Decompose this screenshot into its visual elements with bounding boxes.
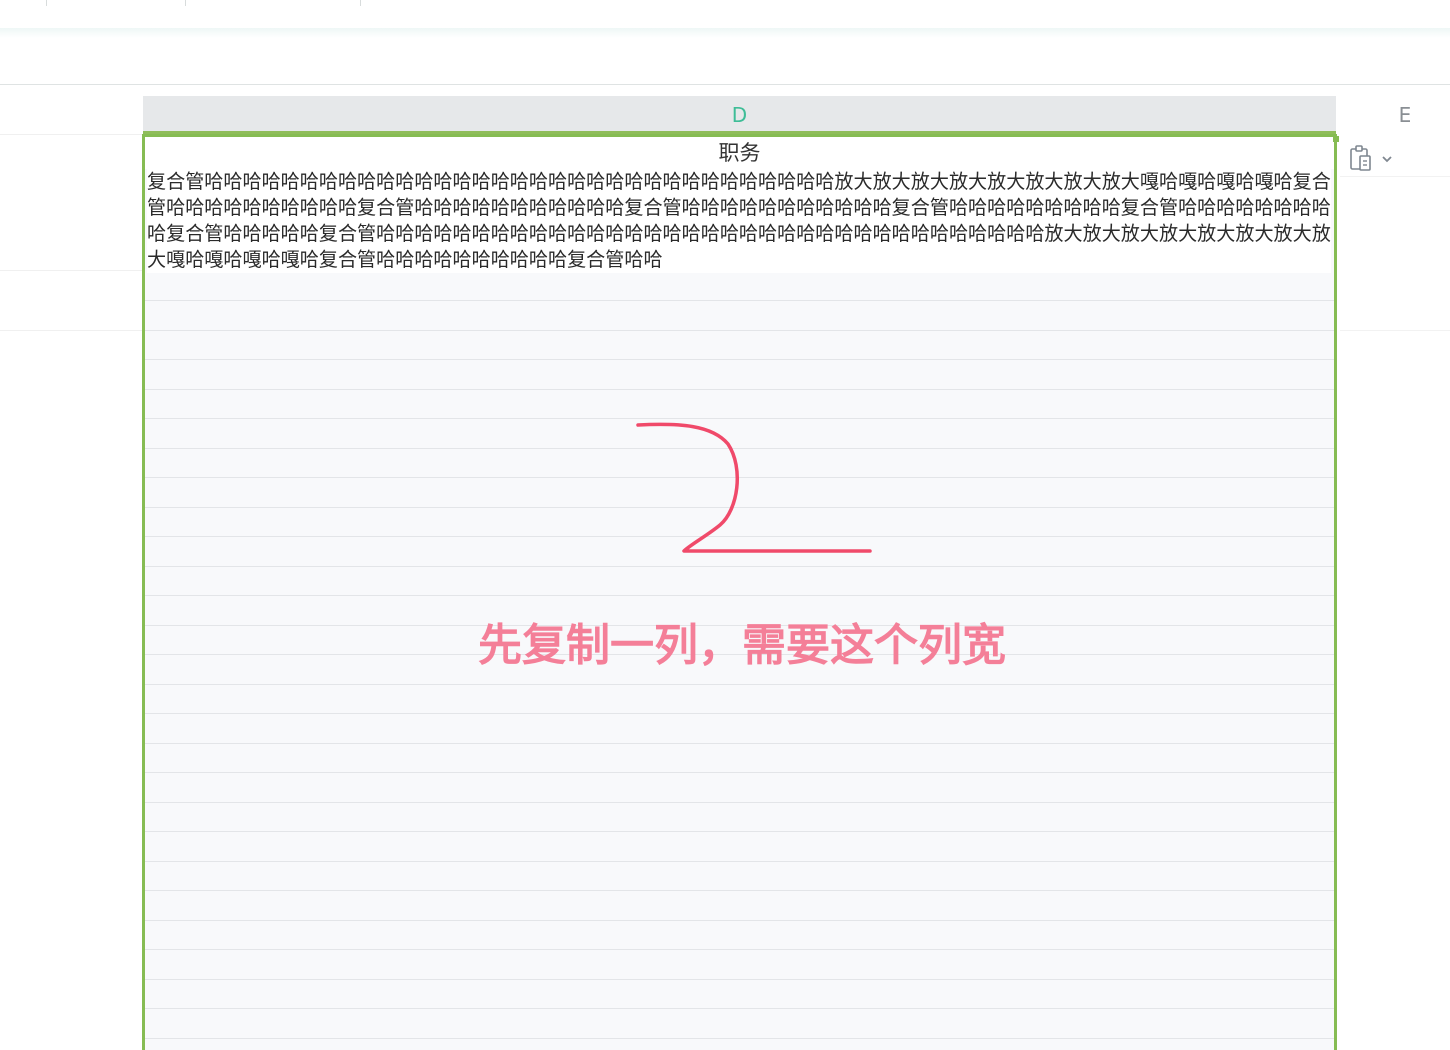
gridline	[145, 743, 1334, 744]
gridline	[0, 134, 142, 135]
gridline	[145, 300, 1334, 301]
column-header-row: C D E	[0, 96, 1450, 134]
gridline	[145, 1008, 1334, 1009]
column-header-d[interactable]: D	[143, 96, 1336, 134]
gridline	[145, 566, 1334, 567]
column-header-c[interactable]: C	[0, 96, 20, 134]
toolbar-separator	[185, 0, 186, 6]
gridline	[145, 330, 1334, 331]
gridline	[145, 477, 1334, 478]
paste-options-icon	[1348, 144, 1376, 174]
selected-column-d[interactable]: 职务 复合管哈哈哈哈哈哈哈哈哈哈哈哈哈哈哈哈哈哈哈哈哈哈哈哈哈哈哈哈哈哈哈哈哈放…	[142, 134, 1337, 1050]
annotation-instruction: 先复制一列，需要这个列宽	[478, 620, 1006, 671]
gridline	[145, 861, 1334, 862]
gridline	[1340, 330, 1450, 331]
chevron-down-icon	[1382, 155, 1392, 163]
gridline	[145, 418, 1334, 419]
gridline	[0, 330, 142, 331]
gridline	[145, 448, 1334, 449]
gridline	[145, 536, 1334, 537]
gridline	[145, 389, 1334, 390]
toolbar-strip	[0, 0, 1450, 29]
gridline	[145, 979, 1334, 980]
gridline	[145, 949, 1334, 950]
formula-bar[interactable]	[0, 38, 1450, 85]
fill-handle[interactable]	[1333, 136, 1339, 142]
column-header-e[interactable]: E	[1390, 96, 1420, 134]
gridline	[145, 684, 1334, 685]
header-cell[interactable]: 职务	[145, 137, 1334, 169]
content-cell[interactable]: 复合管哈哈哈哈哈哈哈哈哈哈哈哈哈哈哈哈哈哈哈哈哈哈哈哈哈哈哈哈哈哈哈哈哈放大放大…	[147, 169, 1331, 273]
gridline	[145, 507, 1334, 508]
gridline	[145, 359, 1334, 360]
gridline	[145, 1038, 1334, 1039]
toolbar-separator	[46, 0, 47, 6]
gridline	[145, 713, 1334, 714]
gridline	[145, 772, 1334, 773]
gridline	[1340, 176, 1450, 177]
gridline	[145, 802, 1334, 803]
toolbar-shadow	[0, 28, 1450, 38]
gridline	[145, 831, 1334, 832]
spreadsheet-window: C D E 职务 复合管哈哈哈哈哈哈哈哈哈哈哈哈	[0, 0, 1450, 1050]
gridline	[145, 920, 1334, 921]
gridline	[145, 595, 1334, 596]
column-c-cells[interactable]	[0, 134, 142, 1050]
gridline	[0, 270, 142, 271]
toolbar-separator	[360, 0, 361, 6]
paste-options-button[interactable]	[1344, 142, 1396, 176]
gridline	[145, 890, 1334, 891]
